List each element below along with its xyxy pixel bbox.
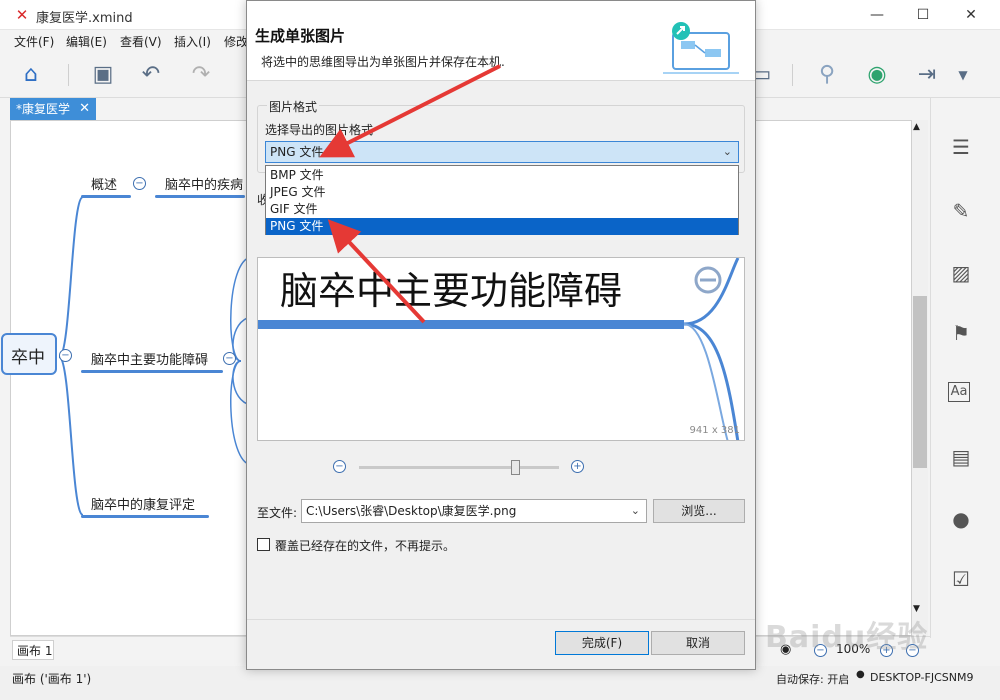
minimize-button[interactable]: —	[862, 4, 892, 26]
right-panel	[930, 98, 1000, 638]
menu-insert[interactable]: 插入(I)	[174, 33, 211, 50]
format-brush-icon[interactable]: ✎	[948, 198, 974, 224]
subtopic-disease[interactable]: 脑卒中的疾病	[165, 174, 243, 193]
export-icon[interactable]: ⇥	[914, 62, 940, 88]
branch-underline	[81, 195, 131, 198]
window-title: 康复医学.xmind	[36, 11, 133, 26]
zoom-out-icon[interactable]: −	[333, 460, 346, 473]
document-tab[interactable]: *康复医学 ✕	[10, 98, 96, 120]
overwrite-label: 覆盖已经存在的文件，不再提示。	[275, 539, 456, 553]
status-dot-icon: ●	[856, 669, 865, 680]
group-label: 图片格式	[267, 98, 320, 115]
menu-view[interactable]: 查看(V)	[120, 33, 162, 50]
status-canvas: 画布 ('画布 1')	[12, 672, 92, 686]
cancel-button[interactable]: 取消	[651, 631, 745, 655]
menu-file[interactable]: 文件(F)	[14, 33, 54, 50]
collapse-icon[interactable]: −	[223, 352, 236, 365]
share-icon[interactable]: ◉	[864, 62, 890, 88]
finish-button[interactable]: 完成(F)	[555, 631, 649, 655]
baidu-watermark: Baidu经验	[765, 620, 929, 655]
dialog-title-bar	[247, 1, 755, 11]
chevron-down-icon[interactable]: ⌄	[631, 500, 640, 522]
redo-icon[interactable]: ↷	[188, 62, 214, 88]
collapse-icon[interactable]: −	[59, 349, 72, 362]
dialog-heading: 生成单张图片	[255, 27, 346, 45]
branch-underline	[81, 370, 223, 373]
format-option-jpeg[interactable]: JPEG 文件	[266, 184, 738, 201]
maximize-button[interactable]: ☐	[908, 4, 938, 26]
preview-size-label: 941 x 381	[689, 425, 740, 436]
text-style-icon[interactable]: Aa	[948, 382, 970, 402]
toolbar-separator	[68, 64, 69, 86]
format-select-value: PNG 文件	[270, 145, 324, 159]
xmind-logo-icon: ✕	[15, 6, 29, 24]
branch-overview[interactable]: 概述	[91, 174, 117, 193]
zoom-slider-thumb[interactable]	[510, 460, 520, 475]
format-option-bmp[interactable]: BMP 文件	[266, 167, 738, 184]
preview-connectors	[683, 258, 740, 440]
dialog-header: 生成单张图片 将选中的思维图导出为单张图片并保存在本机.	[247, 11, 755, 81]
sheet-tab[interactable]: 画布 1	[12, 640, 54, 660]
scroll-thumb[interactable]	[913, 296, 927, 468]
branch-underline	[81, 515, 209, 518]
zoom-slider-track[interactable]	[359, 466, 559, 469]
subtopic-underline	[155, 195, 245, 198]
format-option-gif[interactable]: GIF 文件	[266, 201, 738, 218]
file-label: 至文件:	[257, 506, 298, 520]
collapse-icon[interactable]: −	[133, 177, 146, 190]
home-icon[interactable]: ⌂	[18, 62, 44, 88]
preview-area: 脑卒中主要功能障碍 941 x 381	[257, 257, 745, 441]
search-icon[interactable]: ⚲	[814, 62, 840, 88]
branch-assessment[interactable]: 脑卒中的康复评定	[91, 494, 195, 513]
status-bar: 画布 ('画布 1') 自动保存: 开启 ● DESKTOP-FJCSNM9	[0, 666, 1000, 700]
close-icon[interactable]: ✕	[79, 98, 90, 120]
preview-branch-line	[258, 320, 684, 329]
format-label: 选择导出的图片格式	[265, 123, 374, 137]
comment-icon[interactable]: ●	[948, 506, 974, 532]
image-icon[interactable]: ▨	[948, 260, 974, 286]
chevron-down-icon[interactable]: ⌄	[723, 142, 732, 162]
overwrite-checkbox[interactable]	[257, 538, 270, 551]
status-computer: DESKTOP-FJCSNM9	[870, 671, 974, 684]
undo-icon[interactable]: ↶	[138, 62, 164, 88]
scroll-up-icon[interactable]: ▲	[913, 122, 920, 132]
close-button[interactable]: ✕	[956, 4, 986, 26]
menu-modify[interactable]: 修改	[224, 33, 248, 50]
toolbar-separator	[792, 64, 793, 86]
marker-flag-icon[interactable]: ⚑	[948, 320, 974, 346]
export-dropdown-icon[interactable]: ▼	[950, 62, 976, 88]
menu-edit[interactable]: 编辑(E)	[66, 33, 107, 50]
branch-dysfunction[interactable]: 脑卒中主要功能障碍	[91, 349, 208, 368]
status-autosave: 自动保存: 开启	[776, 673, 850, 686]
dialog-subheading: 将选中的思维图导出为单张图片并保存在本机.	[261, 55, 505, 69]
task-icon[interactable]: ☑	[948, 566, 974, 592]
save-icon[interactable]: ▣	[90, 62, 116, 88]
format-dropdown-list: BMP 文件 JPEG 文件 GIF 文件 PNG 文件	[265, 165, 739, 235]
notes-icon[interactable]: ▤	[948, 444, 974, 470]
document-tab-label: *康复医学	[16, 102, 71, 116]
format-select[interactable]: PNG 文件 ⌄	[265, 141, 739, 163]
root-topic[interactable]: 卒中	[1, 333, 57, 375]
outline-icon[interactable]: ☰	[948, 134, 974, 160]
file-path-combo[interactable]: C:\Users\张睿\Desktop\康复医学.png ⌄	[301, 499, 647, 523]
export-illustration-icon	[663, 22, 739, 74]
root-topic-label: 卒中	[11, 348, 45, 368]
export-image-dialog: 生成单张图片 将选中的思维图导出为单张图片并保存在本机. 图片格式 选择导出的图…	[246, 0, 756, 670]
file-path-value: C:\Users\张睿\Desktop\康复医学.png	[306, 504, 517, 518]
format-option-png[interactable]: PNG 文件	[266, 218, 738, 235]
preview-topic-text: 脑卒中主要功能障碍	[280, 269, 623, 313]
zoom-in-icon[interactable]: +	[571, 460, 584, 473]
browse-button[interactable]: 浏览...	[653, 499, 745, 523]
